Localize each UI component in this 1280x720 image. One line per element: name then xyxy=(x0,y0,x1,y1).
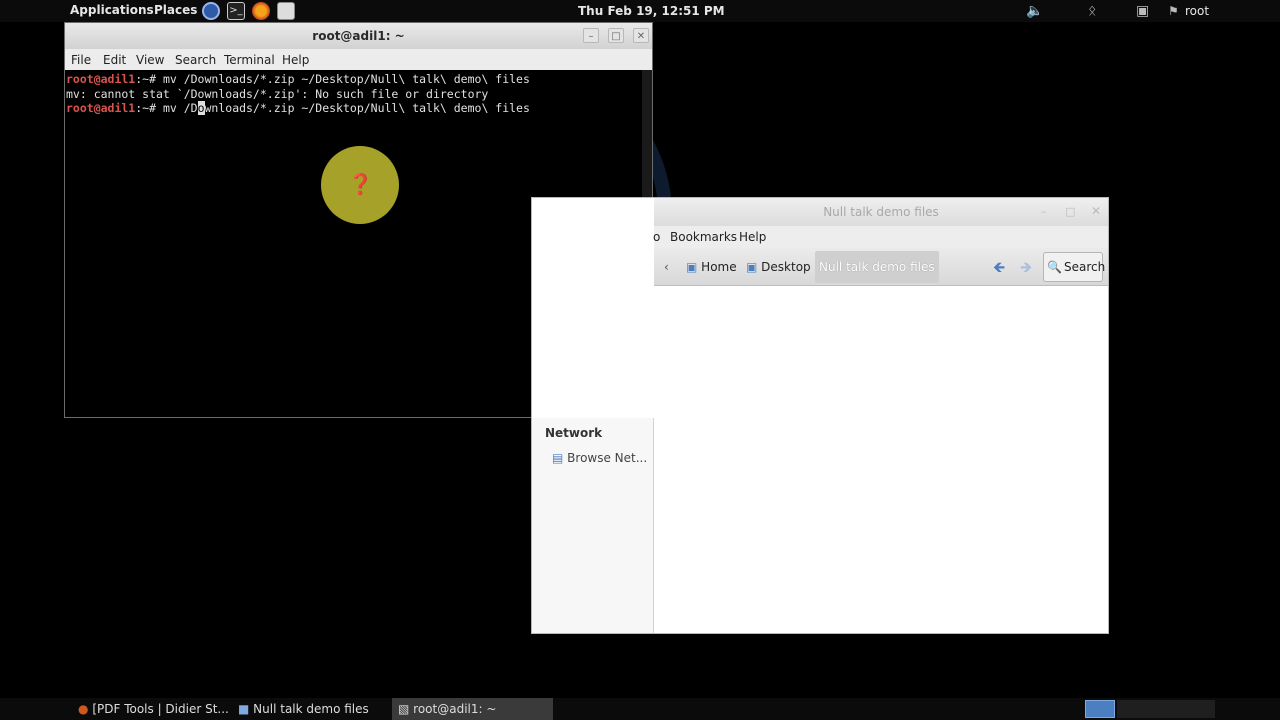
mouse-pointer-icon: ❓ xyxy=(348,172,373,196)
terminal-menubar: File Edit View Search Terminal Help xyxy=(65,49,652,70)
menu-search[interactable]: Search xyxy=(175,53,216,67)
menu-view[interactable]: View xyxy=(136,53,164,67)
window-title: Null talk demo files xyxy=(823,205,939,219)
folder-icon: ■ xyxy=(238,702,250,716)
network-icon: ▤ xyxy=(552,451,564,465)
terminal-icon: ▧ xyxy=(398,702,410,716)
browser-icon[interactable] xyxy=(202,2,220,20)
network-icon[interactable]: ▣ xyxy=(1136,3,1149,19)
menu-help[interactable]: Help xyxy=(739,230,766,244)
bottom-taskbar: ● [PDF Tools | Didier St... ■ Null talk … xyxy=(0,698,1280,720)
maximize-button[interactable]: □ xyxy=(1065,205,1075,218)
forward-arrow-icon[interactable]: 🡺 xyxy=(1020,257,1032,277)
clock[interactable]: Thu Feb 19, 12:51 PM xyxy=(578,4,725,18)
top-panel: Applications Places >_ Thu Feb 19, 12:51… xyxy=(0,0,1280,22)
workspace-2[interactable] xyxy=(1117,700,1215,718)
editor-icon[interactable] xyxy=(277,2,295,20)
task-terminal[interactable]: ▧ root@adil1: ~ xyxy=(392,698,553,720)
volume-muted-icon[interactable]: 🔈 xyxy=(1026,3,1043,19)
minimize-button[interactable]: – xyxy=(583,28,599,43)
menu-terminal[interactable]: Terminal xyxy=(224,53,275,67)
breadcrumb-home[interactable]: ▣ Home xyxy=(686,257,737,277)
menu-edit[interactable]: Edit xyxy=(103,53,126,67)
chevron-left-icon[interactable]: ‹ xyxy=(664,257,669,277)
file-list-area[interactable] xyxy=(654,286,1108,633)
task-file-manager[interactable]: ■ Null talk demo files xyxy=(238,698,369,720)
terminal-launcher-icon[interactable]: >_ xyxy=(227,2,245,20)
menu-go-partial[interactable]: o xyxy=(653,230,660,244)
text-cursor: o xyxy=(197,101,205,115)
applications-menu[interactable]: Applications xyxy=(70,3,154,17)
back-arrow-icon[interactable]: 🡸 xyxy=(993,257,1005,277)
home-folder-icon: ▣ xyxy=(686,260,698,274)
bluetooth-icon[interactable]: ᛟ xyxy=(1088,3,1096,19)
maximize-button[interactable]: □ xyxy=(608,28,624,43)
file-manager-toolbar: ‹ ▣ Home ▣ Desktop Null talk demo files … xyxy=(654,248,1108,286)
breadcrumb-current[interactable]: Null talk demo files xyxy=(815,251,939,283)
user-icon: ⚑ xyxy=(1168,4,1179,18)
window-title: root@adil1: ~ xyxy=(312,29,405,43)
menu-bookmarks[interactable]: Bookmarks xyxy=(670,230,737,244)
file-manager-window[interactable]: Null talk demo files – □ ✕ o Bookmarks H… xyxy=(531,197,1109,634)
file-manager-titlebar[interactable]: Null talk demo files – □ ✕ xyxy=(654,198,1108,226)
search-icon: 🔍 xyxy=(1047,260,1062,274)
terminal-titlebar[interactable]: root@adil1: ~ – □ ✕ xyxy=(65,23,652,49)
desktop-folder-icon: ▣ xyxy=(746,260,758,274)
menu-file[interactable]: File xyxy=(71,53,91,67)
firefox-icon[interactable] xyxy=(252,2,270,20)
sidebar-item-browse-network[interactable]: ▤ Browse Net... xyxy=(552,451,647,465)
user-menu[interactable]: root xyxy=(1185,4,1209,18)
file-manager-menubar: o Bookmarks Help xyxy=(653,226,1108,248)
minimize-button[interactable]: – xyxy=(1041,205,1047,218)
terminal-line: root@adil1:~# mv /Downloads/*.zip ~/Desk… xyxy=(66,101,530,115)
close-button[interactable]: ✕ xyxy=(633,28,649,43)
workspace-1[interactable] xyxy=(1085,700,1115,718)
places-menu[interactable]: Places xyxy=(154,3,197,17)
close-button[interactable]: ✕ xyxy=(1091,204,1101,218)
menu-help[interactable]: Help xyxy=(282,53,309,67)
terminal-line: root@adil1:~# mv /Downloads/*.zip ~/Desk… xyxy=(66,72,530,86)
file-manager-hidden-area xyxy=(532,198,654,418)
firefox-icon: ● xyxy=(78,702,89,716)
search-button[interactable]: 🔍 Search xyxy=(1043,252,1105,282)
terminal-line: mv: cannot stat `/Downloads/*.zip': No s… xyxy=(66,86,489,101)
breadcrumb-desktop[interactable]: ▣ Desktop xyxy=(746,257,811,277)
sidebar-heading-network: Network xyxy=(545,426,603,440)
file-manager-sidebar: Network ▤ Browse Net... xyxy=(532,418,654,633)
task-pdf-tools[interactable]: ● [PDF Tools | Didier St... xyxy=(78,698,229,720)
